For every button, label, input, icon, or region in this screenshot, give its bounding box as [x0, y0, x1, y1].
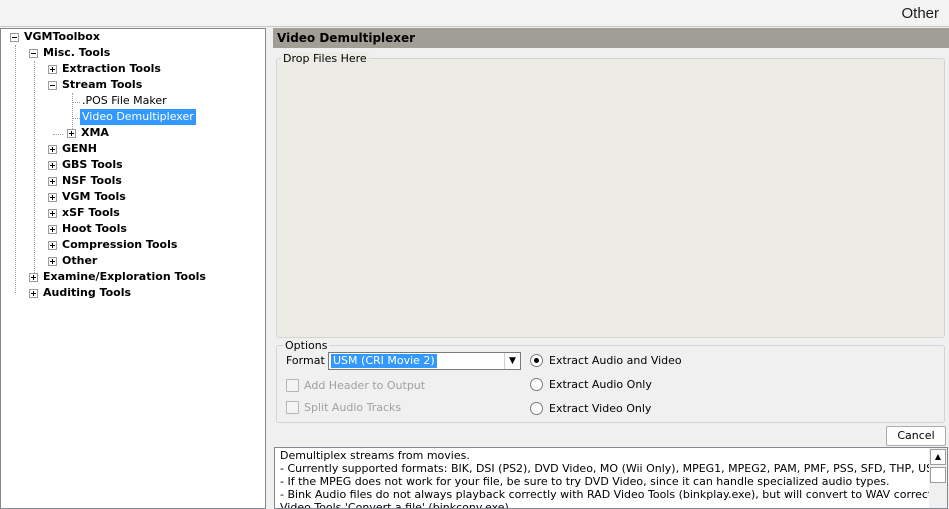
tree-line [72, 102, 80, 103]
tool-panel: Video Demultiplexer Drop Files Here Opti… [273, 28, 949, 509]
format-selected-value: USM (CRI Movie 2) [331, 354, 437, 368]
description-scrollbar[interactable]: ▲ [929, 448, 947, 508]
radio-extract-audio-only[interactable] [530, 378, 543, 391]
radio-extract-video-only-label: Extract Video Only [549, 402, 652, 415]
tree-node-misc-tools[interactable]: Misc. Tools [41, 45, 112, 61]
radio-extract-audio-only-label: Extract Audio Only [549, 378, 652, 391]
expand-icon[interactable] [48, 209, 57, 218]
split-audio-label: Split Audio Tracks [304, 401, 402, 414]
format-select[interactable]: USM (CRI Movie 2) ▼ [328, 352, 521, 370]
tool-tree[interactable]: VGMToolbox Misc. Tools Extraction Tools … [0, 28, 266, 509]
tree-line [72, 118, 80, 119]
split-audio-checkbox[interactable] [286, 401, 299, 414]
expand-icon[interactable] [48, 241, 57, 250]
description-line: Demultiplex streams from movies. [280, 449, 470, 462]
description-line: Video Tools 'Convert a file' (binkconv.e… [280, 501, 509, 509]
drop-zone-label: Drop Files Here [281, 52, 369, 65]
tree-line [15, 45, 16, 293]
radio-extract-audio-video[interactable] [530, 354, 543, 367]
expand-icon[interactable] [48, 257, 57, 266]
panel-splitter[interactable] [266, 28, 273, 509]
description-line: - Bink Audio files do not always playbac… [280, 488, 948, 501]
expand-icon[interactable] [67, 129, 76, 138]
tree-node-vgmtoolbox[interactable]: VGMToolbox [22, 29, 102, 45]
tree-node-xma[interactable]: XMA [79, 125, 111, 141]
tree-node-examine-exploration-tools[interactable]: Examine/Exploration Tools [41, 269, 208, 285]
tree-node-genh[interactable]: GENH [60, 141, 99, 157]
add-header-label: Add Header to Output [304, 379, 426, 392]
tree-node-gbs-tools[interactable]: GBS Tools [60, 157, 125, 173]
collapse-icon[interactable] [29, 49, 38, 58]
expand-icon[interactable] [48, 161, 57, 170]
collapse-icon[interactable] [48, 81, 57, 90]
expand-icon[interactable] [29, 289, 38, 298]
tree-node-auditing-tools[interactable]: Auditing Tools [41, 285, 133, 301]
description-box[interactable]: Demultiplex streams from movies. - Curre… [274, 447, 948, 509]
tree-node-hoot-tools[interactable]: Hoot Tools [60, 221, 129, 237]
tree-line [34, 61, 35, 277]
tree-line [72, 93, 73, 133]
format-label: Format [286, 354, 325, 367]
tree-node-video-demultiplexer[interactable]: Video Demultiplexer [80, 109, 196, 125]
tree-node-compression-tools[interactable]: Compression Tools [60, 237, 179, 253]
expand-icon[interactable] [48, 193, 57, 202]
window-title: Other [901, 5, 939, 22]
panel-title: Video Demultiplexer [273, 28, 949, 48]
tree-node-stream-tools[interactable]: Stream Tools [60, 77, 144, 93]
radio-extract-audio-video-label: Extract Audio and Video [549, 354, 682, 367]
tree-node-extraction-tools[interactable]: Extraction Tools [60, 61, 163, 77]
tree-node-other[interactable]: Other [60, 253, 99, 269]
tree-node-pos-file-maker[interactable]: .POS File Maker [80, 93, 169, 109]
radio-extract-video-only[interactable] [530, 402, 543, 415]
description-line: - Currently supported formats: BIK, DSI … [280, 462, 948, 475]
expand-icon[interactable] [48, 225, 57, 234]
expand-icon[interactable] [48, 65, 57, 74]
top-bar: Other [0, 0, 949, 27]
collapse-icon[interactable] [10, 33, 19, 42]
options-label: Options [283, 339, 330, 352]
scroll-thumb[interactable] [930, 467, 946, 483]
tree-node-xsf-tools[interactable]: xSF Tools [60, 205, 122, 221]
cancel-button[interactable]: Cancel [886, 426, 946, 446]
description-line: - If the MPEG does not work for your fil… [280, 475, 890, 488]
tree-node-nsf-tools[interactable]: NSF Tools [60, 173, 124, 189]
scroll-up-icon[interactable]: ▲ [930, 449, 946, 465]
tree-line [53, 134, 63, 135]
expand-icon[interactable] [48, 177, 57, 186]
expand-icon[interactable] [29, 273, 38, 282]
chevron-down-icon[interactable]: ▼ [504, 353, 520, 369]
add-header-checkbox[interactable] [286, 379, 299, 392]
expand-icon[interactable] [48, 145, 57, 154]
tree-node-vgm-tools[interactable]: VGM Tools [60, 189, 128, 205]
drop-zone[interactable] [276, 58, 945, 338]
